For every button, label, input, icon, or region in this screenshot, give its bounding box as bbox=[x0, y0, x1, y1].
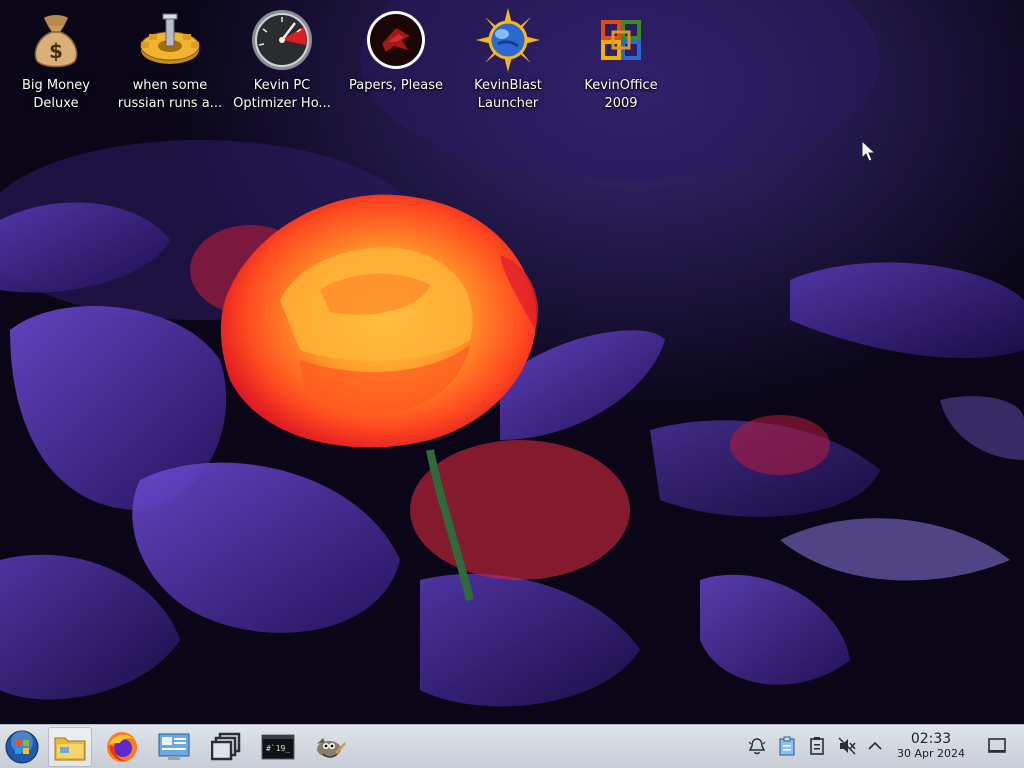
system-settings-icon bbox=[158, 733, 190, 760]
tray-notifications[interactable] bbox=[746, 735, 768, 757]
start-orb-icon bbox=[5, 730, 39, 764]
svg-text:$: $ bbox=[49, 39, 63, 63]
desktop-icon-label: KevinBlast Launcher bbox=[474, 78, 542, 111]
clipboard-icon bbox=[779, 736, 795, 756]
desktop-icon-label: Big Money Deluxe bbox=[21, 78, 90, 111]
file-manager-icon bbox=[54, 737, 86, 761]
svg-text:#`19_: #`19_ bbox=[266, 743, 290, 753]
taskbar-firefox[interactable] bbox=[100, 727, 144, 767]
gauge-icon bbox=[250, 8, 314, 72]
window-switcher-icon bbox=[211, 732, 241, 761]
desktop-icon-label: Papers, Please bbox=[348, 78, 444, 93]
money-bag-icon: $ bbox=[24, 8, 88, 72]
desktop-icon-big-money-deluxe[interactable]: $ Big Money Deluxe bbox=[2, 8, 110, 120]
clock-time: 02:33 bbox=[910, 731, 952, 747]
tray-device-notifier[interactable] bbox=[806, 735, 828, 757]
start-menu-button[interactable] bbox=[0, 727, 44, 767]
notifications-bell-icon bbox=[748, 738, 766, 755]
desktop-icon-papers-please[interactable]: Papers, Please bbox=[342, 8, 450, 120]
taskbar: #`19_ 02:33 30 Apr 2024 bbox=[0, 724, 1024, 768]
taskbar-terminal[interactable]: #`19_ bbox=[256, 727, 300, 767]
desktop-icon-kevinblast-launcher[interactable]: KevinBlast Launcher bbox=[454, 8, 562, 120]
taskbar-gimp[interactable] bbox=[308, 727, 352, 767]
seal-icon bbox=[364, 8, 428, 72]
desktop-icon-label: Kevin PC Optimizer Ho... bbox=[233, 78, 331, 111]
desktop-icon-russian-runs[interactable]: when some russian runs a... bbox=[116, 8, 224, 120]
terminal-icon: #`19_ bbox=[261, 734, 295, 760]
show-desktop-button[interactable] bbox=[986, 735, 1008, 757]
taskbar-system-settings[interactable] bbox=[152, 727, 196, 767]
tray-volume[interactable] bbox=[836, 735, 858, 757]
desktop-icon-kevinoffice-2009[interactable]: KevinOffice 2009 bbox=[567, 8, 675, 120]
taskbar-window-switcher[interactable] bbox=[204, 727, 248, 767]
device-notifier-icon bbox=[810, 737, 824, 755]
digital-clock[interactable]: 02:33 30 Apr 2024 bbox=[888, 731, 974, 761]
desktop-icon-area: $ Big Money Deluxe when some russian run… bbox=[0, 0, 1024, 130]
desktop-icon-label: KevinOffice 2009 bbox=[584, 78, 658, 111]
office-logo-icon bbox=[589, 8, 653, 72]
volume-muted-icon bbox=[838, 737, 856, 755]
clock-date: 30 Apr 2024 bbox=[896, 747, 965, 760]
show-desktop-icon bbox=[988, 738, 1006, 753]
desktop-icon-kevin-pc-optimizer[interactable]: Kevin PC Optimizer Ho... bbox=[228, 8, 336, 120]
tray-expand-button[interactable] bbox=[864, 735, 886, 757]
mouse-pointer-icon bbox=[861, 140, 877, 162]
desktop-icon-label: when some russian runs a... bbox=[117, 78, 223, 111]
gear-icon bbox=[138, 8, 202, 72]
tray-clipboard[interactable] bbox=[776, 735, 798, 757]
taskbar-file-manager[interactable] bbox=[48, 727, 92, 767]
sun-globe-icon bbox=[476, 8, 540, 72]
firefox-icon bbox=[107, 732, 137, 762]
gimp-icon bbox=[317, 738, 346, 758]
chevron-up-icon bbox=[868, 741, 882, 750]
